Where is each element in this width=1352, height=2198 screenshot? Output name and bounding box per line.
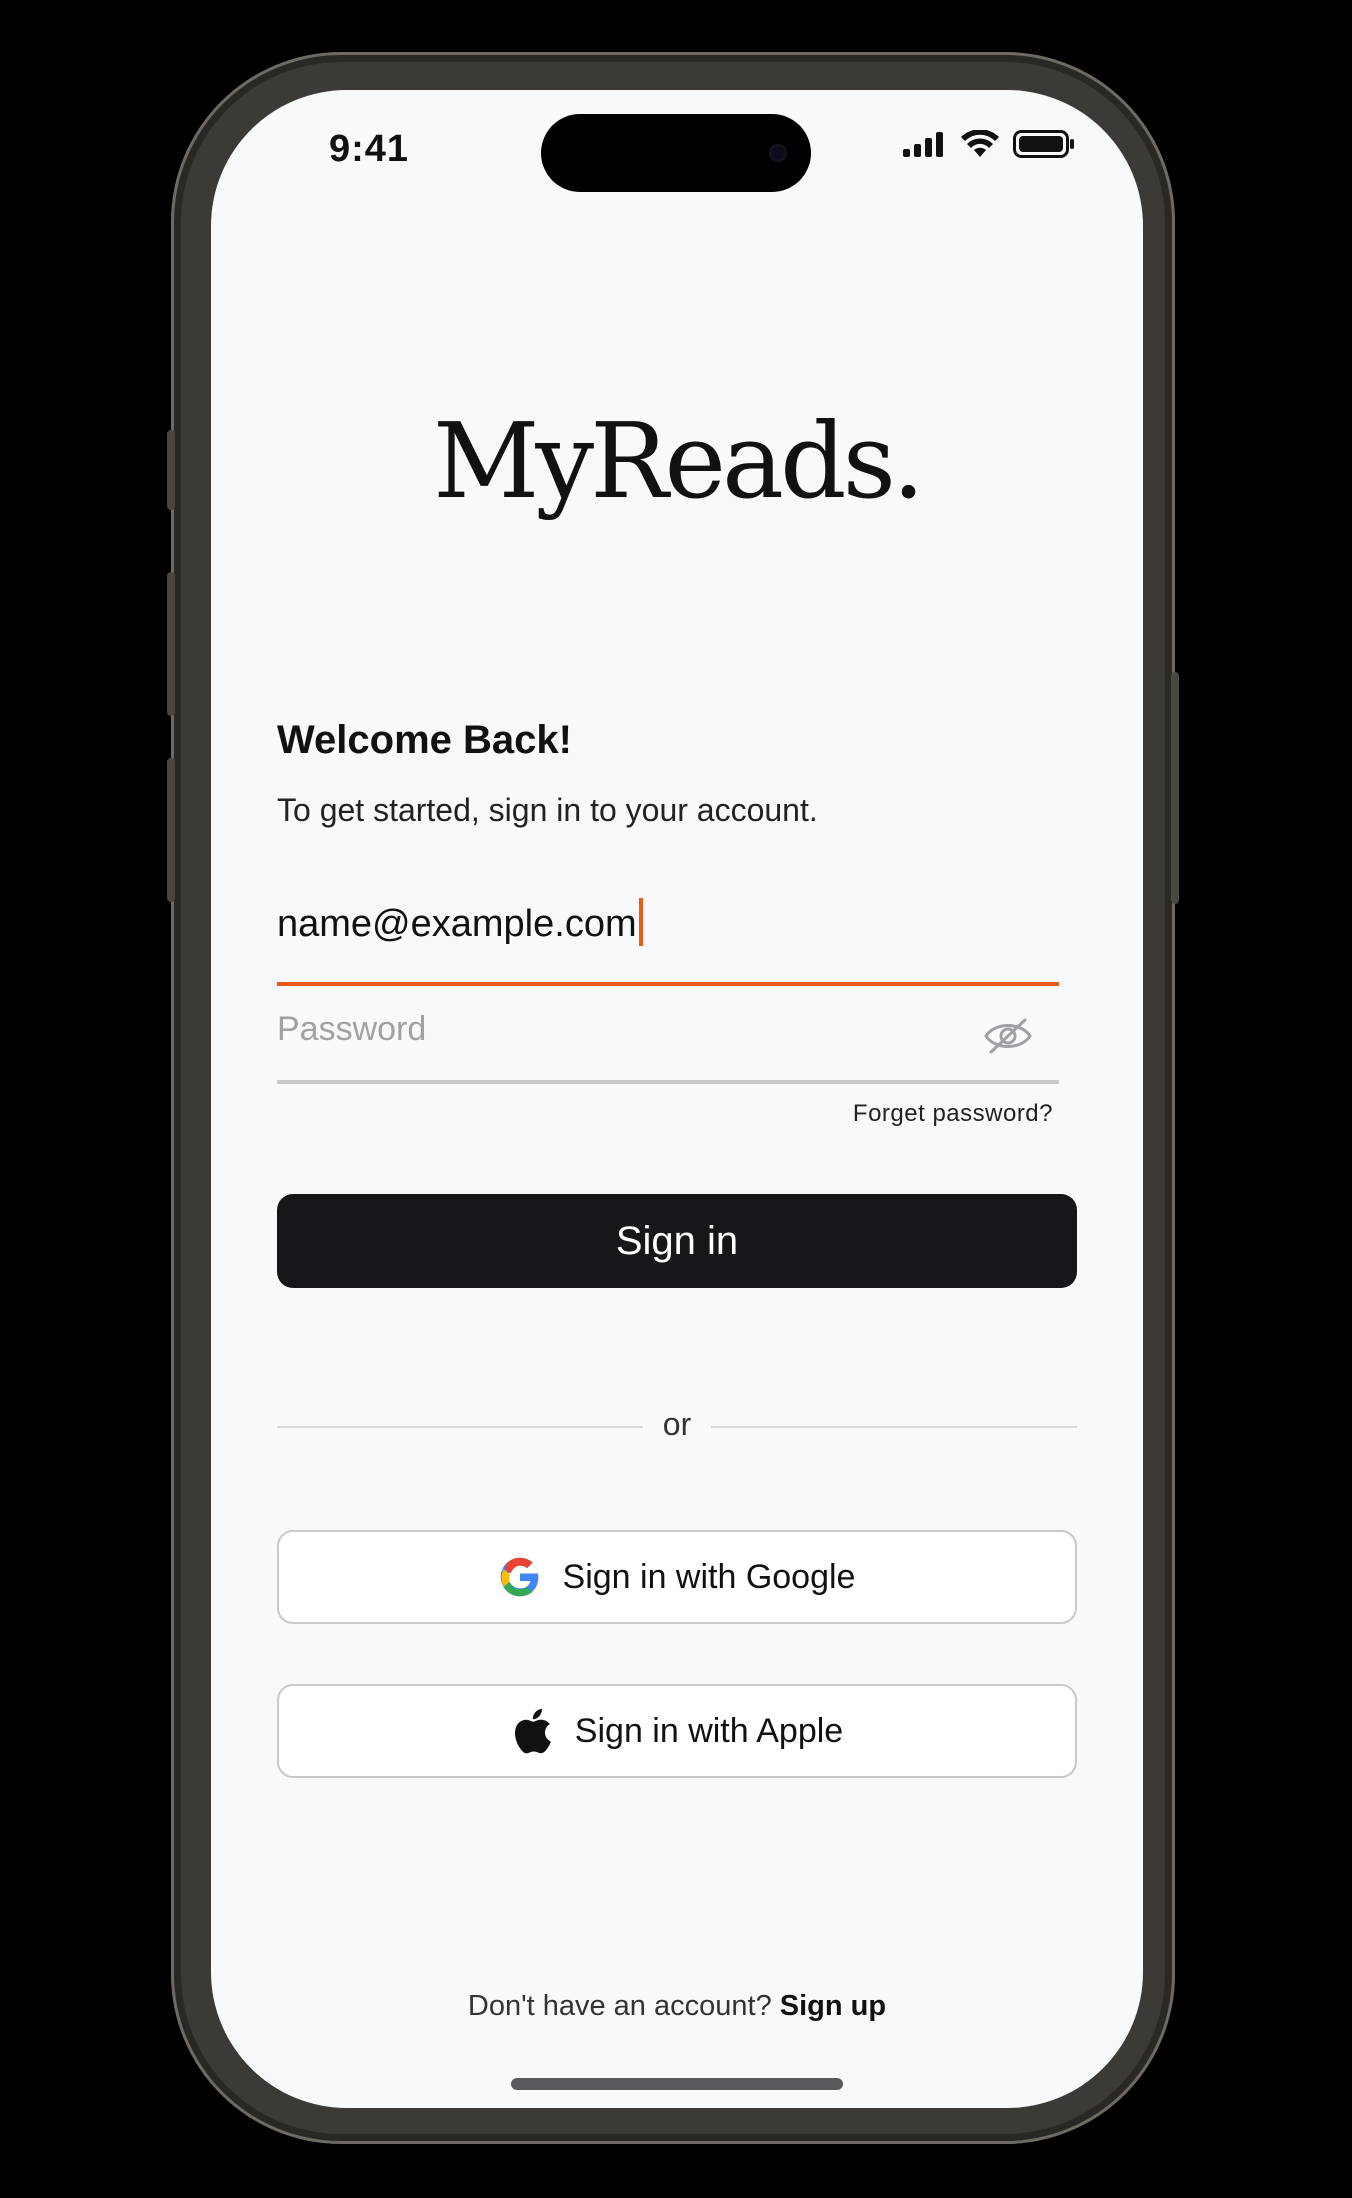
home-indicator[interactable]: [511, 2078, 843, 2090]
password-field[interactable]: Password: [277, 998, 1059, 1084]
volume-down-button: [167, 758, 175, 902]
apple-icon: [514, 1708, 551, 1754]
email-value: name@example.com: [277, 903, 637, 945]
sign-up-link[interactable]: Sign up: [780, 1990, 886, 2022]
password-placeholder: Password: [277, 1010, 427, 1048]
apple-button-label: Sign in with Apple: [574, 1711, 844, 1750]
divider-line-right: [711, 1426, 1077, 1428]
camera-icon: [769, 144, 787, 162]
email-field[interactable]: name@example.com: [277, 890, 1059, 986]
dynamic-island: [541, 114, 811, 192]
welcome-subtitle: To get started, sign in to your account.: [277, 792, 818, 828]
battery-icon: [1013, 130, 1074, 158]
google-button-label: Sign in with Google: [562, 1557, 856, 1596]
status-icons: [903, 130, 1075, 158]
status-time: 9:41: [329, 128, 410, 170]
google-sign-in-button[interactable]: Sign in with Google: [277, 1530, 1077, 1624]
email-input[interactable]: name@example.com: [277, 898, 643, 946]
signal-icon: [903, 132, 943, 157]
or-divider: or: [277, 1406, 1077, 1446]
signup-row: Don't have an account? Sign up: [211, 1990, 1143, 2023]
forgot-password-link[interactable]: Forget password?: [853, 1100, 1053, 1128]
volume-up-button: [167, 572, 175, 716]
sign-in-button[interactable]: Sign in: [277, 1194, 1077, 1288]
power-button: [1171, 672, 1179, 904]
google-icon: [500, 1557, 538, 1597]
text-caret: [638, 898, 643, 946]
eye-off-icon[interactable]: [983, 1016, 1033, 1056]
divider-text: or: [662, 1406, 692, 1442]
app-screen: 9:41 MyReads. Welcome Back! To get start…: [211, 90, 1143, 2108]
welcome-title: Welcome Back!: [277, 718, 572, 762]
apple-sign-in-button[interactable]: Sign in with Apple: [277, 1684, 1077, 1778]
signup-prompt: Don't have an account?: [467, 1990, 772, 2022]
mute-switch: [167, 430, 175, 510]
wifi-icon: [961, 130, 999, 157]
app-logo: MyReads.: [432, 400, 925, 522]
